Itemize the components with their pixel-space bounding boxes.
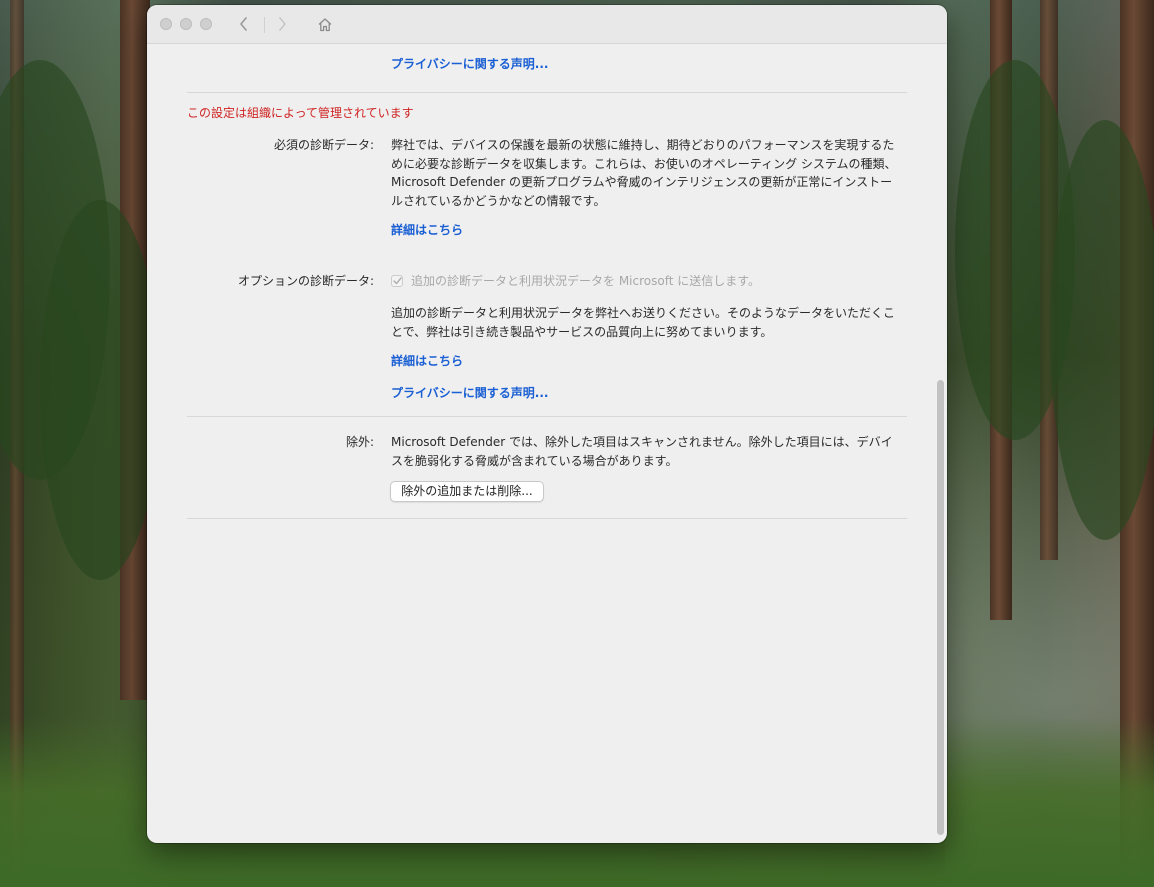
description-line: 弊社では、デバイスの保護を最新の状態に維持し、期待どおりのパフォーマンスを実現す… [391, 138, 895, 152]
description-line: スを脆弱化する脅威が含まれている場合があります。 [391, 453, 678, 468]
exclusions-label: 除外: [345, 435, 374, 449]
description-line: めに必要な診断データを収集します。これらは、お使いのオペレーティング システムの… [391, 156, 897, 171]
optional-diagnostics-label: オプションの診断データ: [237, 274, 374, 288]
divider [187, 518, 907, 519]
managed-by-organization-notice: この設定は組織によって管理されています [187, 106, 414, 120]
defender-preferences-window: プライバシーに関する声明... この設定は組織によって管理されています 必須の診… [147, 5, 947, 843]
add-remove-exclusions-button[interactable]: 除外の追加または削除... [390, 481, 544, 502]
send-optional-diagnostics-checkbox[interactable] [391, 275, 403, 287]
minimize-window-button[interactable] [180, 18, 192, 30]
required-diagnostics-learn-more-link[interactable]: 詳細はこちら [391, 221, 463, 240]
titlebar [147, 5, 947, 44]
checkmark-icon [392, 277, 402, 285]
optional-privacy-statement-link[interactable]: プライバシーに関する声明... [391, 384, 548, 403]
description-line: Microsoft Defender では、除外した項目はスキャンされません。除… [391, 435, 893, 449]
home-icon[interactable] [315, 14, 335, 34]
forward-icon[interactable] [272, 14, 292, 34]
send-optional-diagnostics-label: 追加の診断データと利用状況データを Microsoft に送信します。 [411, 274, 761, 288]
optional-diagnostics-learn-more-link[interactable]: 詳細はこちら [391, 352, 463, 371]
description-line: Microsoft Defender の更新プログラムや脅威のインテリジェンスの… [391, 175, 893, 189]
zoom-window-button[interactable] [200, 18, 212, 30]
scrollbar-thumb[interactable] [937, 380, 944, 835]
close-window-button[interactable] [160, 18, 172, 30]
divider [187, 92, 907, 93]
description-line: ルされているかどうかなどの情報です。 [391, 193, 606, 208]
privacy-statement-link[interactable]: プライバシーに関する声明... [391, 55, 548, 74]
settings-content: プライバシーに関する声明... この設定は組織によって管理されています 必須の診… [147, 44, 947, 843]
required-diagnostics-label: 必須の診断データ: [273, 138, 374, 152]
back-icon[interactable] [234, 14, 254, 34]
description-line: とで、弊社は引き続き製品やサービスの品質向上に努めてまいります。 [391, 324, 773, 339]
description-line: 追加の診断データと利用状況データを弊社へお送りください。そのようなデータをいただ… [391, 306, 896, 320]
nav-divider [264, 17, 265, 33]
divider [187, 416, 907, 417]
